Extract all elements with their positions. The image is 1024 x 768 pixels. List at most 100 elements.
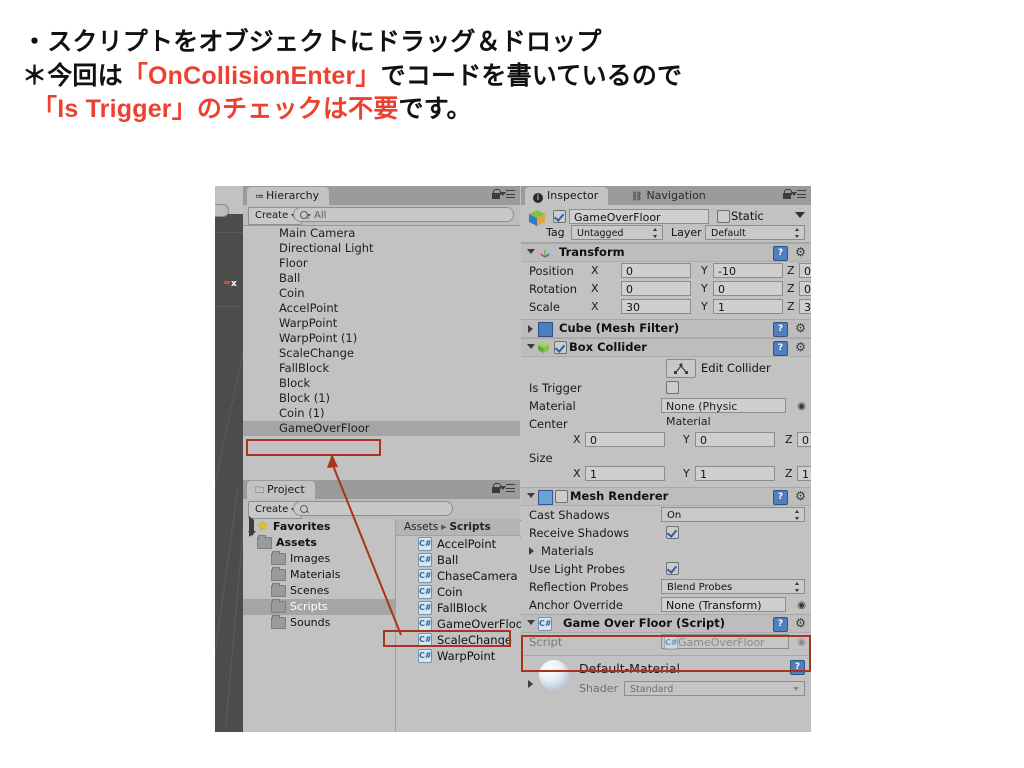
field-x[interactable]: 1 (585, 466, 665, 481)
help-icon[interactable]: ? (773, 617, 788, 632)
project-asset-gameoverfloor[interactable]: C# GameOverFloor (396, 616, 528, 632)
static-checkbox[interactable] (717, 210, 730, 223)
script-component-header[interactable]: C# Game Over Floor (Script) ? ⚙ (521, 614, 811, 633)
renderer-dropdown[interactable]: Blend Probes (661, 579, 805, 594)
field-z[interactable]: 0 (799, 281, 811, 296)
project-tree-item-scenes[interactable]: Scenes (243, 583, 395, 599)
hierarchy-item-accelpoint[interactable]: AccelPoint (243, 301, 520, 316)
project-tree-item-scripts[interactable]: Scripts (243, 599, 395, 615)
field-y[interactable]: 0 (695, 432, 775, 447)
collider-material-field[interactable]: None (Physic Material (661, 398, 786, 428)
project-tree-item-sounds[interactable]: Sounds (243, 615, 395, 631)
foldout-closed-icon[interactable] (528, 680, 533, 688)
tab-project[interactable]: 🗀 Project (247, 481, 315, 499)
project-asset-fallblock[interactable]: C# FallBlock (396, 600, 520, 616)
tag-dropdown[interactable]: Untagged (571, 225, 663, 240)
script-object-field[interactable]: GameOverFloor (661, 634, 789, 649)
object-picker-icon[interactable]: ◉ (797, 600, 806, 611)
help-icon[interactable]: ? (773, 490, 788, 505)
foldout-open-icon[interactable] (527, 493, 535, 498)
help-icon[interactable]: ? (773, 246, 788, 261)
help-icon[interactable]: ? (773, 322, 788, 337)
tab-inspector[interactable]: i Inspector (525, 187, 609, 205)
mesh-renderer-enabled-checkbox[interactable] (555, 490, 568, 503)
renderer-object-field[interactable]: None (Transform) (661, 597, 786, 612)
hierarchy-item-main-camera[interactable]: Main Camera (243, 226, 520, 241)
field-x[interactable]: 0 (585, 432, 665, 447)
field-x[interactable]: 0 (621, 263, 691, 278)
foldout-open-icon[interactable] (248, 531, 256, 549)
hierarchy-item-coin-1-[interactable]: Coin (1) (243, 406, 520, 421)
lock-icon[interactable] (492, 483, 501, 493)
foldout-open-icon[interactable] (527, 249, 535, 254)
foldout-open-icon[interactable] (527, 344, 535, 349)
object-picker-icon[interactable]: ◉ (797, 637, 806, 648)
project-tree-item-images[interactable]: Images (243, 551, 395, 567)
hierarchy-tab-controls[interactable] (492, 189, 515, 199)
gameobject-enabled-checkbox[interactable] (553, 210, 566, 223)
scene-view-sliver[interactable]: x (215, 186, 243, 732)
project-asset-scalechange[interactable]: C# ScaleChange (396, 632, 520, 648)
is-trigger-checkbox[interactable] (666, 381, 679, 394)
field-y[interactable]: 1 (695, 466, 775, 481)
static-dropdown-chevron-icon[interactable] (795, 212, 805, 218)
mesh-filter-component-header[interactable]: Cube (Mesh Filter) ? ⚙ (521, 319, 811, 338)
project-folder-tree[interactable]: ★ Favorites Assets Images Materials Scenes Scr… (243, 516, 396, 732)
project-tab-controls[interactable] (492, 483, 515, 493)
project-asset-warppoint[interactable]: C# WarpPoint (396, 648, 520, 664)
foldout-closed-icon[interactable] (529, 547, 534, 555)
project-tree-item-assets[interactable]: Assets (243, 531, 395, 551)
project-asset-chasecamera[interactable]: C# ChaseCamera (396, 568, 520, 584)
hierarchy-item-fallblock[interactable]: FallBlock (243, 361, 520, 376)
field-y[interactable]: 0 (713, 281, 783, 296)
breadcrumb-leaf[interactable]: Scripts (449, 521, 490, 533)
project-asset-accelpoint[interactable]: C# AccelPoint (396, 536, 520, 552)
hierarchy-item-floor[interactable]: Floor (243, 256, 520, 271)
inspector-tab-controls[interactable] (783, 189, 806, 199)
breadcrumb-root[interactable]: Assets (404, 521, 438, 533)
hierarchy-search-input[interactable]: All (293, 207, 514, 222)
project-asset-list[interactable]: Assets ▸ Scripts C# AccelPoint C# Ball C# Chase… (396, 519, 528, 732)
project-asset-ball[interactable]: C# Ball (396, 552, 520, 568)
gear-icon[interactable]: ⚙ (794, 322, 807, 335)
hamburger-menu-icon[interactable] (500, 189, 515, 199)
field-z[interactable]: 30 (799, 299, 811, 314)
mesh-renderer-component-header[interactable]: Mesh Renderer ? ⚙ (521, 487, 811, 506)
hamburger-menu-icon[interactable] (500, 483, 515, 493)
hierarchy-item-scalechange[interactable]: ScaleChange (243, 346, 520, 361)
field-z[interactable]: 0 (797, 432, 811, 447)
gear-icon[interactable]: ⚙ (794, 617, 807, 630)
box-collider-enabled-checkbox[interactable] (554, 341, 567, 354)
gear-icon[interactable]: ⚙ (794, 246, 807, 259)
field-y[interactable]: 1 (713, 299, 783, 314)
lock-icon[interactable] (783, 189, 792, 199)
help-icon[interactable]: ? (773, 341, 788, 356)
gameobject-name-field[interactable]: GameOverFloor (569, 209, 709, 224)
hierarchy-item-block-1-[interactable]: Block (1) (243, 391, 520, 406)
shader-dropdown[interactable]: Standard (624, 681, 805, 696)
gear-icon[interactable]: ⚙ (794, 341, 807, 354)
tab-hierarchy[interactable]: ≔ Hierarchy (247, 187, 330, 205)
layer-dropdown[interactable]: Default (705, 225, 805, 240)
renderer-dropdown[interactable]: On (661, 507, 805, 522)
edit-collider-button[interactable] (666, 359, 696, 378)
help-icon[interactable]: ? (790, 660, 805, 675)
lock-icon[interactable] (492, 189, 501, 199)
tab-navigation[interactable]: ⛓ Navigation (623, 187, 716, 205)
foldout-closed-icon[interactable] (528, 325, 533, 333)
hierarchy-item-gameoverfloor[interactable]: GameOverFloor (243, 421, 520, 436)
transform-component-header[interactable]: Transform ? ⚙ (521, 243, 811, 262)
renderer-checkbox[interactable] (666, 526, 679, 539)
field-x[interactable]: 0 (621, 281, 691, 296)
breadcrumb[interactable]: Assets ▸ Scripts (396, 519, 520, 536)
hierarchy-item-warppoint-1-[interactable]: WarpPoint (1) (243, 331, 520, 346)
field-z[interactable]: 1 (797, 466, 811, 481)
project-tree-item-materials[interactable]: Materials (243, 567, 395, 583)
hamburger-menu-icon[interactable] (791, 189, 806, 199)
project-asset-coin[interactable]: C# Coin (396, 584, 520, 600)
hierarchy-item-warppoint[interactable]: WarpPoint (243, 316, 520, 331)
hierarchy-item-block[interactable]: Block (243, 376, 520, 391)
gear-icon[interactable]: ⚙ (794, 490, 807, 503)
hierarchy-list[interactable]: Main Camera Directional Light Floor Ball Coi… (243, 226, 520, 472)
field-y[interactable]: -10 (713, 263, 783, 278)
